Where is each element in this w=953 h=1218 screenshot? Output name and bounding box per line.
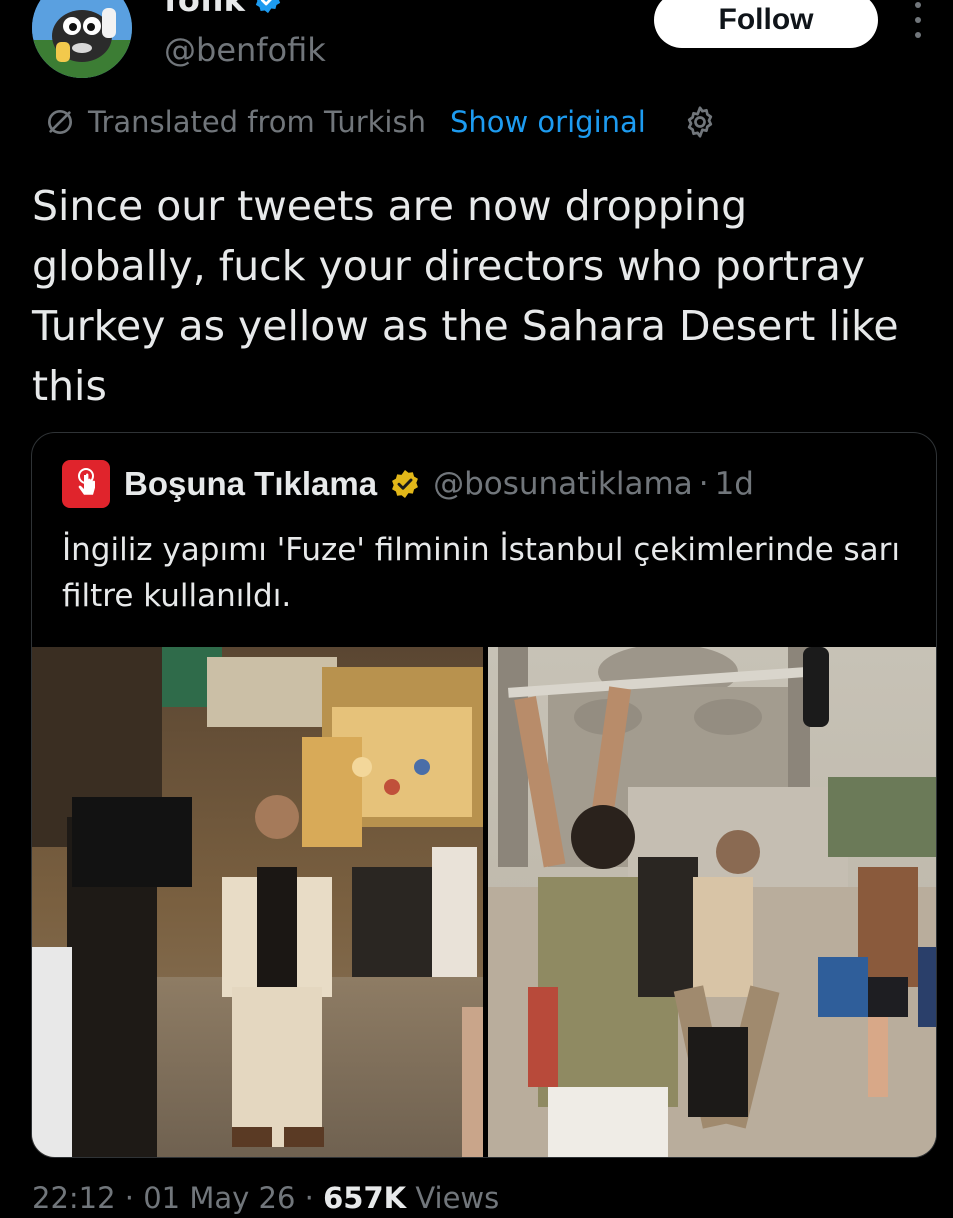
views-label: Views — [415, 1181, 500, 1215]
quoted-separator: · — [698, 466, 709, 502]
quoted-author-name: Boşuna Tıklama — [124, 465, 378, 502]
quoted-tweet-header: Boşuna Tıklama @bosunatiklama · 1d — [62, 460, 754, 508]
tweet-meta: 22:12 · 01 May 26 · 657K Views — [32, 1178, 499, 1218]
verified-badge-icon — [255, 0, 281, 14]
verified-gold-badge-icon — [392, 470, 419, 498]
show-original-link[interactable]: Show original — [450, 105, 646, 139]
author-handle[interactable]: @benfofik — [164, 30, 326, 70]
follow-button[interactable]: Follow — [654, 0, 878, 48]
media-image-film-crew[interactable] — [488, 647, 936, 1157]
avatar-image — [32, 0, 132, 78]
meta-separator: · — [124, 1181, 135, 1215]
translate-icon — [48, 110, 72, 134]
quoted-tweet-text: İngiliz yapımı 'Fuze' filminin İstanbul … — [62, 532, 901, 614]
quoted-tweet-card[interactable]: Boşuna Tıklama @bosunatiklama · 1d İngil… — [31, 432, 937, 1158]
translated-label: Translated from Turkish — [88, 105, 426, 139]
views-count: 657K — [323, 1181, 407, 1215]
tweet-date[interactable]: 01 May 26 — [143, 1181, 295, 1215]
tweet-time[interactable]: 22:12 — [32, 1181, 116, 1215]
more-options-icon[interactable] — [908, 2, 928, 38]
translation-bar: Translated from Turkish Show original — [44, 100, 718, 144]
tweet-text: Since our tweets are now dropping global… — [32, 182, 899, 410]
meta-separator: · — [304, 1181, 314, 1215]
author-display-name[interactable]: fofik — [164, 0, 283, 20]
tweet-header: fofik @benfofik Follow — [0, 0, 953, 100]
quoted-author-handle: @bosunatiklama — [433, 466, 693, 502]
quoted-timestamp: 1d — [714, 466, 754, 502]
gear-icon[interactable] — [682, 104, 718, 140]
author-avatar[interactable] — [32, 0, 132, 78]
pointer-hand-icon — [78, 468, 95, 495]
media-image-street[interactable] — [32, 647, 483, 1157]
author-name-text: fofik — [164, 0, 245, 19]
quoted-author-avatar — [62, 460, 110, 508]
